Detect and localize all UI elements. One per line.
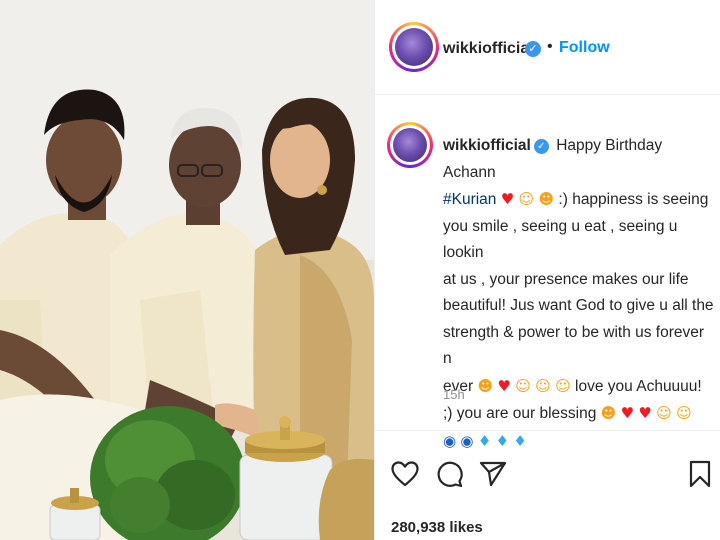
smiling-halo-emoji-icon: ☺: [535, 376, 551, 395]
verified-badge-icon: ✓: [525, 41, 541, 57]
red-heart-emoji-icon: ♥: [497, 376, 511, 395]
header-separator: •: [547, 38, 553, 55]
hugging-face-emoji-icon: ☺: [515, 376, 531, 395]
smiling-halo-emoji-icon: ☺: [555, 376, 571, 395]
caption-line: :) happiness is seeing: [558, 191, 709, 208]
heart-eyes-emoji-icon: ☻: [600, 404, 617, 422]
post-photo[interactable]: [0, 0, 374, 540]
like-heart-icon[interactable]: [391, 461, 419, 487]
smiling-halo-emoji-icon: ☺: [656, 404, 672, 422]
caption-line: at us , your presence makes our life: [443, 270, 689, 288]
red-heart-emoji-icon: ♥: [620, 404, 635, 422]
profile-avatar[interactable]: [389, 22, 439, 72]
caption-avatar[interactable]: [387, 122, 433, 168]
post-header: wikkiofficial ✓ • Follow: [375, 0, 720, 95]
hugging-face-emoji-icon: ☺: [518, 190, 535, 208]
follow-button[interactable]: Follow: [559, 39, 610, 57]
header-username[interactable]: wikkiofficial: [443, 40, 534, 58]
caption-line: ;) you are our blessing: [443, 405, 597, 422]
hashtag-link[interactable]: #Kurian: [443, 191, 496, 208]
smiling-halo-emoji-icon: ☺: [676, 404, 692, 422]
red-heart-emoji-icon: ♥: [638, 404, 652, 422]
comment-icon[interactable]: [435, 460, 463, 488]
photo-illustration: [0, 0, 374, 540]
caption-line: strength & power to be with us forever n: [443, 323, 705, 368]
likes-count[interactable]: 280,938 likes: [391, 519, 483, 536]
share-icon[interactable]: [479, 461, 507, 487]
heart-eyes-emoji-icon: ☻: [477, 376, 494, 395]
post-actions-bar: 280,938 likes: [375, 430, 720, 540]
caption-line: love you Achuuuu!: [575, 377, 702, 395]
post-timestamp[interactable]: 15h: [443, 387, 465, 402]
post-caption: wikkiofficial ✓ Happy Birthday Achann #Ku…: [443, 133, 715, 455]
red-heart-emoji-icon: ♥: [500, 190, 515, 208]
caption-verified-badge-icon: ✓: [533, 139, 549, 154]
caption-line: beautiful! Jus want God to give u all th…: [443, 297, 714, 314]
heart-eyes-emoji-icon: ☻: [538, 190, 555, 208]
save-bookmark-icon[interactable]: [689, 460, 711, 488]
caption-line: you smile , seeing u eat , seeing u look…: [443, 217, 678, 262]
caption-username[interactable]: wikkiofficial: [443, 137, 531, 154]
post-detail-panel: wikkiofficial ✓ • Follow wikkiofficial ✓ …: [374, 0, 720, 540]
